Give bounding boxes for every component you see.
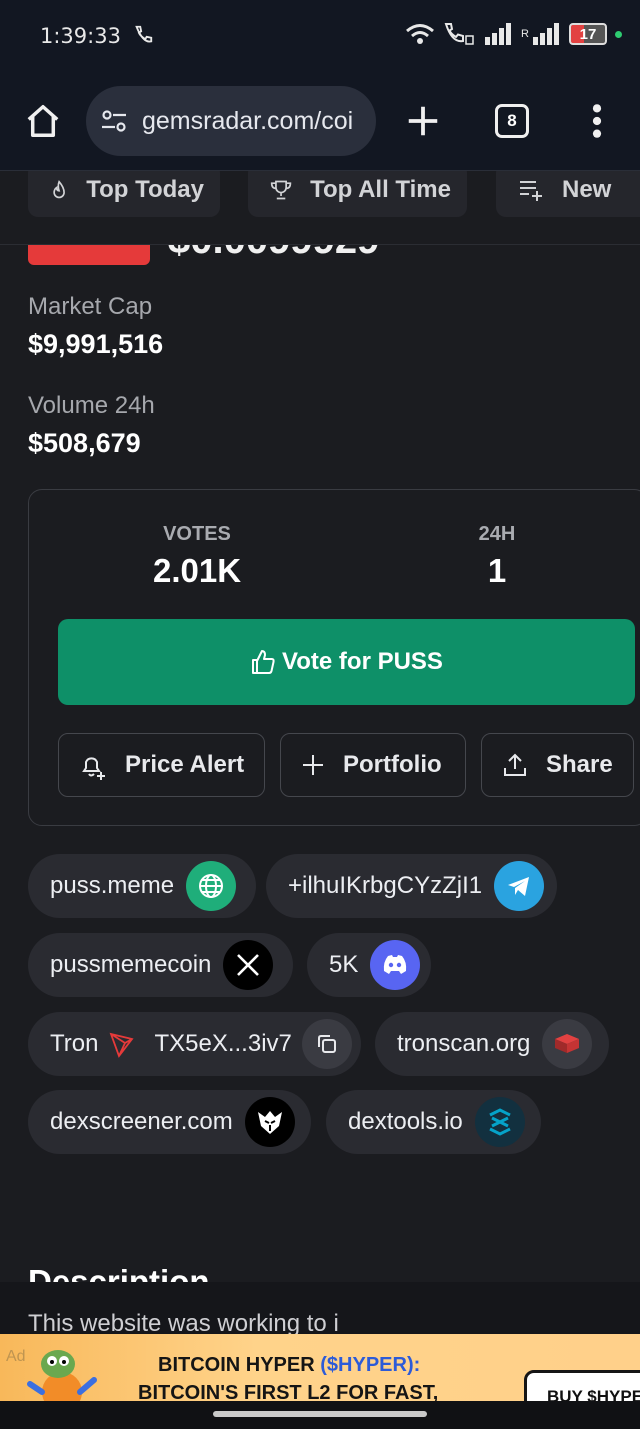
signal-icon: [485, 23, 512, 45]
explorer-link[interactable]: tronscan.org: [375, 1012, 609, 1076]
discord-label: 5K: [329, 951, 359, 978]
explorer-label: tronscan.org: [397, 1030, 531, 1057]
trophy-icon: [270, 180, 292, 200]
home-icon[interactable]: [24, 102, 62, 140]
new-tab-icon[interactable]: [404, 102, 442, 140]
website-label: puss.meme: [50, 872, 175, 899]
tab-top-today[interactable]: Top Today: [28, 171, 220, 217]
contract-chip: Tron TX5eX...3iv7: [28, 1012, 361, 1076]
ad-ticker: ($HYPER):: [320, 1354, 421, 1376]
status-bar: 1:39:33 R 17: [0, 0, 640, 74]
votes-label: VOTES: [163, 523, 231, 545]
votes-value: 2.01K: [152, 552, 242, 589]
dextools-label: dextools.io: [348, 1108, 463, 1135]
tab-new[interactable]: New: [496, 171, 640, 217]
thumbs-up-icon: [252, 650, 275, 674]
market-cap-label: Market Cap: [28, 293, 153, 320]
site-settings-icon[interactable]: [100, 107, 128, 135]
tab-label: Top Today: [86, 176, 204, 203]
ad-headline: BITCOIN HYPER ($HYPER):: [158, 1354, 420, 1377]
flame-icon: [53, 180, 65, 199]
twitter-link[interactable]: pussmemecoin: [28, 933, 293, 997]
globe-icon: [186, 861, 237, 911]
share-upload-icon: [504, 753, 526, 776]
ad-cta-button[interactable]: BUY $HYPER: [524, 1370, 640, 1402]
ad-banner[interactable]: Ad BITCOIN HYPER ($HYPER): BITCOIN'S FIR…: [0, 1334, 640, 1402]
tab-label: Top All Time: [310, 176, 451, 203]
url-text: gemsradar.com/coi: [142, 106, 354, 135]
vote-button[interactable]: Vote for PUSS: [58, 619, 635, 705]
pepe-mascot-icon: [27, 1350, 97, 1402]
gesture-handle[interactable]: [213, 1411, 427, 1417]
tab-label: New: [562, 176, 612, 203]
votes-stat: VOTES 2.01K: [127, 523, 267, 590]
tron-icon: [110, 1032, 135, 1058]
description-text: This website was working to i: [28, 1310, 339, 1334]
volte-call-icon: [444, 23, 474, 45]
telegram-label: +ilhuIKrbgCYzZjI1: [288, 872, 483, 899]
category-strip: Top Today Top All Time New: [0, 171, 640, 245]
dexscreener-icon: [244, 1097, 295, 1147]
dexscreener-link[interactable]: dexscreener.com: [28, 1090, 311, 1154]
price-alert-button[interactable]: Price Alert: [58, 733, 265, 797]
votes-24h-value: 1: [487, 552, 507, 589]
chain-label: Tron: [50, 1030, 99, 1057]
tronscan-icon: [542, 1019, 593, 1069]
share-label: Share: [546, 751, 613, 778]
description-heading: Description: [28, 1263, 210, 1282]
address-bar[interactable]: gemsradar.com/coi: [86, 86, 376, 156]
votes-24h-stat: 24H 1: [447, 523, 547, 590]
votes-24h-label: 24H: [478, 523, 516, 545]
dextools-icon: [474, 1097, 525, 1147]
discord-icon: [370, 940, 421, 990]
wifi-call-icon: [135, 25, 153, 43]
website-link[interactable]: puss.meme: [28, 854, 256, 918]
wifi-icon: [406, 24, 435, 44]
portfolio-label: Portfolio: [343, 751, 442, 778]
x-twitter-icon: [223, 940, 274, 990]
bell-add-icon: [82, 757, 105, 780]
market-cap-value: $9,991,516: [28, 329, 164, 359]
privacy-dot: [615, 30, 622, 38]
price-change-badge: [28, 245, 150, 265]
share-button[interactable]: Share: [481, 733, 634, 797]
portfolio-button[interactable]: Portfolio: [280, 733, 466, 797]
system-nav-bar: [0, 1401, 640, 1429]
tab-switcher-button[interactable]: 8: [495, 104, 529, 138]
copy-icon[interactable]: [301, 1019, 352, 1069]
volume-label: Volume 24h: [28, 392, 155, 419]
contract-address: TX5eX...3iv7: [154, 1030, 292, 1057]
browser-toolbar: gemsradar.com/coi 8: [0, 74, 640, 171]
plus-icon: [303, 755, 323, 775]
status-time: 1:39:33: [40, 24, 121, 48]
volume-value: $508,679: [28, 428, 141, 458]
signal-roaming-icon: [533, 23, 559, 45]
twitter-label: pussmemecoin: [50, 951, 212, 978]
telegram-icon: [494, 861, 545, 911]
dexscreener-label: dexscreener.com: [50, 1108, 233, 1135]
more-menu-icon[interactable]: [586, 102, 608, 140]
list-add-icon: [520, 181, 542, 201]
telegram-link[interactable]: +ilhuIKrbgCYzZjI1: [266, 854, 557, 918]
price-alert-label: Price Alert: [125, 751, 245, 778]
vote-card: VOTES 2.01K 24H 1 Vote for PUSS Price Al…: [28, 489, 640, 826]
dextools-link[interactable]: dextools.io: [326, 1090, 541, 1154]
tab-top-all-time[interactable]: Top All Time: [248, 171, 467, 217]
roaming-indicator: R: [521, 28, 529, 40]
ad-subline: BITCOIN'S FIRST L2 FOR FAST,: [138, 1382, 439, 1402]
battery-icon: 17: [569, 23, 607, 45]
discord-link[interactable]: 5K: [307, 933, 431, 997]
ad-headline-text: BITCOIN HYPER: [158, 1354, 315, 1376]
vote-button-label: Vote for PUSS: [282, 648, 443, 675]
